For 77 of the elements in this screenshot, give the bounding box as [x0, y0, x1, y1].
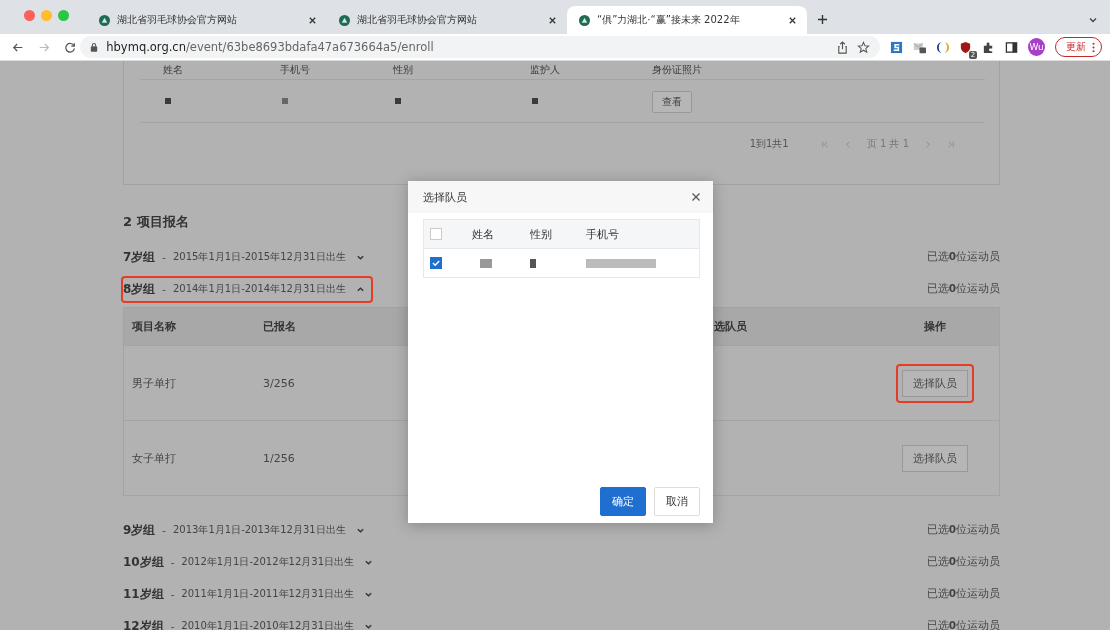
cancel-button[interactable]: 取消 [654, 487, 700, 516]
column-header: 手机号 [586, 226, 620, 242]
lock-icon [90, 42, 99, 52]
separator-text: - [170, 588, 175, 600]
star-icon[interactable] [857, 40, 871, 54]
table-cell: 3/256 [263, 376, 295, 390]
profile-avatar[interactable]: Wu [1028, 38, 1045, 56]
separator-text: - [170, 556, 175, 568]
column-header: 身份证照片 [652, 63, 703, 77]
column-header: 手机号 [280, 63, 311, 77]
column-header: 性别 [530, 226, 553, 242]
section-title: 2 项目报名 [123, 213, 190, 231]
extension-icon[interactable] [890, 40, 904, 54]
group-header[interactable]: 7岁组 - 2015年1月1日-2015年12月31日出生 [121, 243, 373, 271]
separator-text: - [162, 283, 166, 295]
extension-icon[interactable] [936, 40, 950, 54]
browser-tab[interactable]: “俱”力湖北·“赢”接未来 2022年 [567, 6, 807, 34]
confirm-button[interactable]: 确定 [600, 487, 646, 516]
favicon-icon [339, 14, 350, 26]
close-icon[interactable] [788, 15, 797, 25]
browser-tab[interactable]: 湖北省羽毛球协会官方网站 [327, 6, 567, 34]
favicon-icon [99, 14, 110, 26]
more-icon [1092, 41, 1095, 53]
column-header: 姓名 [472, 226, 495, 242]
select-players-button[interactable]: 选择队员 [902, 369, 968, 397]
group-header[interactable]: 8岁组 - 2014年1月1日-2014年12月31日出生 [121, 275, 373, 303]
column-header: 监护人 [530, 63, 561, 77]
table-cell: 女子单打 [132, 451, 176, 465]
column-header: 已报名 [263, 320, 296, 333]
blurred-text [165, 98, 171, 104]
row-checkbox[interactable] [430, 257, 442, 269]
side-panel-icon[interactable] [1005, 40, 1019, 54]
separator-text: - [162, 524, 166, 536]
table-cell: 男子单打 [132, 376, 176, 390]
favicon-icon [579, 14, 590, 26]
column-header: 性别 [393, 63, 414, 77]
column-header: 选队员 [714, 320, 747, 333]
separator-text: - [162, 251, 166, 263]
url-text: hbymq.org.cn/event/63be8693bdafa47a673664a5/enroll [106, 40, 434, 54]
group-header[interactable]: 9岁组 - 2013年1月1日-2013年12月31日出生 [121, 516, 373, 544]
selected-count: 已选0位运动员 [926, 555, 1000, 569]
address-bar[interactable]: hbymq.org.cn/event/63be8693bdafa47a673664a5/enroll [80, 36, 881, 58]
new-tab-icon[interactable] [817, 14, 828, 25]
browser-tab[interactable]: 湖北省羽毛球协会官方网站 [87, 6, 327, 34]
select-all-checkbox[interactable] [430, 228, 442, 240]
column-header: 项目名称 [132, 320, 176, 333]
selected-count: 已选0位运动员 [926, 523, 1000, 537]
column-header: 姓名 [163, 63, 184, 77]
chevron-down-icon[interactable] [1088, 15, 1098, 25]
close-icon[interactable] [548, 15, 557, 25]
selected-count: 已选0位运动员 [926, 619, 1000, 630]
selected-count: 已选0位运动员 [926, 282, 1000, 296]
selected-count: 已选0位运动员 [926, 587, 1000, 601]
blurred-text [395, 98, 401, 104]
group-header[interactable]: 10岁组 - 2012年1月1日-2012年12月31日出生 [121, 548, 381, 576]
blurred-text [282, 98, 288, 104]
chevron-up-icon [355, 284, 365, 294]
separator-text: - [170, 620, 175, 630]
select-players-button[interactable]: 选择队员 [902, 444, 968, 472]
view-button[interactable]: 查看 [652, 90, 692, 113]
reload-icon[interactable] [64, 40, 77, 54]
blurred-text [480, 258, 492, 268]
blurred-text [532, 98, 538, 104]
blurred-text [586, 258, 656, 268]
mail-icon[interactable] [913, 40, 927, 54]
close-icon[interactable] [308, 15, 317, 25]
close-icon[interactable] [691, 192, 701, 202]
dialog-title: 选择队员 [423, 189, 467, 205]
update-button[interactable]: 更新 [1055, 37, 1102, 57]
table-cell: 1/256 [263, 451, 295, 465]
shield-icon[interactable] [959, 40, 973, 54]
selected-count: 已选0位运动员 [926, 250, 1000, 264]
share-icon[interactable] [836, 40, 850, 54]
pagination-summary: 1到1共1 [749, 137, 789, 151]
column-header: 操作 [924, 319, 946, 334]
blurred-text [530, 258, 536, 268]
group-header[interactable]: 11岁组 - 2011年1月1日-2011年12月31日出生 [121, 580, 381, 608]
